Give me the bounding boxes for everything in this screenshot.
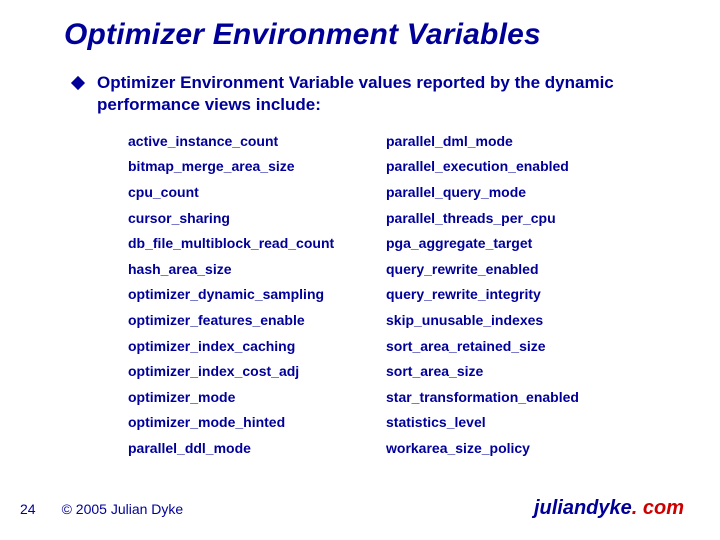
table-cell: optimizer_index_cost_adj (128, 358, 386, 384)
table-col-2: parallel_dml_mode parallel_execution_ena… (386, 128, 656, 461)
lead-bullet: Optimizer Environment Variable values re… (95, 72, 660, 116)
site-dot: . (632, 497, 643, 519)
table-cell: optimizer_features_enable (128, 307, 386, 333)
table-cell: optimizer_dynamic_sampling (128, 282, 386, 308)
copyright: © 2005 Julian Dyke (62, 501, 184, 517)
site-tld: com (643, 497, 684, 519)
table-cell: optimizer_mode_hinted (128, 410, 386, 436)
lead-text: Optimizer Environment Variable values re… (97, 72, 660, 116)
table-cell: pga_aggregate_target (386, 230, 656, 256)
table-cell: sort_area_size (386, 358, 656, 384)
table-cell: parallel_execution_enabled (386, 154, 656, 180)
table-cell: optimizer_mode (128, 384, 386, 410)
site-link: juliandyke. com (534, 497, 684, 520)
table-cell: star_transformation_enabled (386, 384, 656, 410)
table-cell: optimizer_index_caching (128, 333, 386, 359)
table-cell: parallel_threads_per_cpu (386, 205, 656, 231)
table-cell: active_instance_count (128, 128, 386, 154)
diamond-bullet-icon (71, 76, 85, 90)
table-cell: cursor_sharing (128, 205, 386, 231)
table-cell: statistics_level (386, 410, 656, 436)
table-cell: query_rewrite_enabled (386, 256, 656, 282)
table-cell: skip_unusable_indexes (386, 307, 656, 333)
footer: 24 © 2005 Julian Dyke juliandyke. com (0, 497, 720, 520)
table-cell: hash_area_size (128, 256, 386, 282)
table-cell: workarea_size_policy (386, 435, 656, 461)
footer-left: 24 © 2005 Julian Dyke (20, 501, 183, 517)
table-cell: query_rewrite_integrity (386, 282, 656, 308)
slide: Optimizer Environment Variables Optimize… (0, 0, 720, 540)
table-cell: parallel_dml_mode (386, 128, 656, 154)
table-cell: parallel_query_mode (386, 179, 656, 205)
table-cell: cpu_count (128, 179, 386, 205)
page-number: 24 (20, 501, 36, 517)
table-cell: db_file_multiblock_read_count (128, 230, 386, 256)
table-col-1: active_instance_count bitmap_merge_area_… (128, 128, 386, 461)
variables-table: active_instance_count bitmap_merge_area_… (128, 128, 656, 461)
table-cell: parallel_ddl_mode (128, 435, 386, 461)
table-cell: bitmap_merge_area_size (128, 154, 386, 180)
site-name: juliandyke (534, 497, 632, 519)
slide-title: Optimizer Environment Variables (64, 18, 541, 52)
table-cell: sort_area_retained_size (386, 333, 656, 359)
